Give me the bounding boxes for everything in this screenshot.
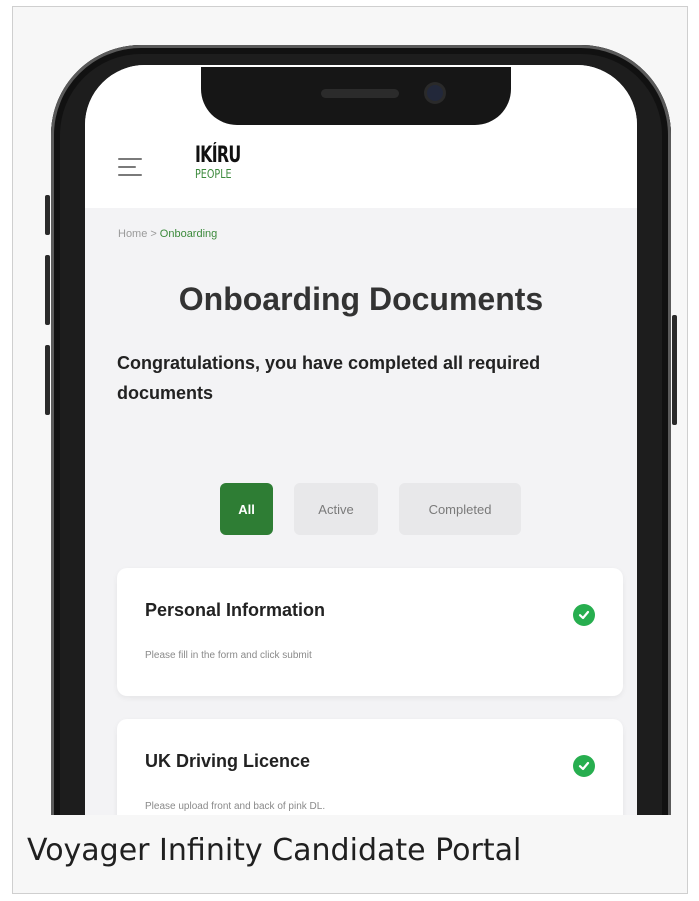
logo-wordmark: IKÍRU (195, 143, 241, 168)
brand-logo[interactable]: IKÍRU PEOPLE (195, 143, 258, 182)
front-camera (427, 85, 443, 101)
phone-screen: IKÍRU PEOPLE Home > Onboarding Onboarding … (85, 65, 637, 825)
filter-tabs: All Active Completed (220, 483, 521, 535)
phone-side-button (672, 315, 677, 425)
completion-message: Congratulations, you have completed all … (117, 353, 541, 403)
breadcrumb-current[interactable]: Onboarding (160, 228, 218, 240)
document-card-personal-information[interactable]: Personal Information Please fill in the … (117, 568, 623, 696)
check-circle-icon (573, 755, 595, 777)
card-description: Please fill in the form and click submit (145, 650, 312, 661)
image-frame: IKÍRU PEOPLE Home > Onboarding Onboarding … (12, 6, 688, 894)
phone-side-button (45, 255, 50, 325)
document-card-uk-driving-licence[interactable]: UK Driving Licence Please upload front a… (117, 719, 623, 825)
page-title: Onboarding Documents (178, 281, 544, 317)
filter-all-button[interactable]: All (220, 483, 273, 535)
card-description: Please upload front and back of pink DL. (145, 801, 326, 812)
filter-active-button[interactable]: Active (294, 483, 378, 535)
image-caption: Voyager Infinity Candidate Portal (27, 833, 522, 868)
phone-side-button (45, 195, 50, 235)
breadcrumb-separator: > (150, 228, 157, 240)
filter-completed-button[interactable]: Completed (399, 483, 521, 535)
check-circle-icon (573, 604, 595, 626)
hamburger-icon[interactable] (118, 158, 142, 178)
breadcrumb-home[interactable]: Home (118, 228, 147, 240)
card-title: Personal Information (145, 600, 326, 620)
speaker-grille (321, 89, 399, 98)
phone-side-button (45, 345, 50, 415)
breadcrumb: Home > Onboarding (118, 228, 217, 240)
card-title: UK Driving Licence (145, 751, 311, 771)
phone-notch (201, 67, 511, 125)
logo-subtext: PEOPLE (195, 167, 232, 181)
